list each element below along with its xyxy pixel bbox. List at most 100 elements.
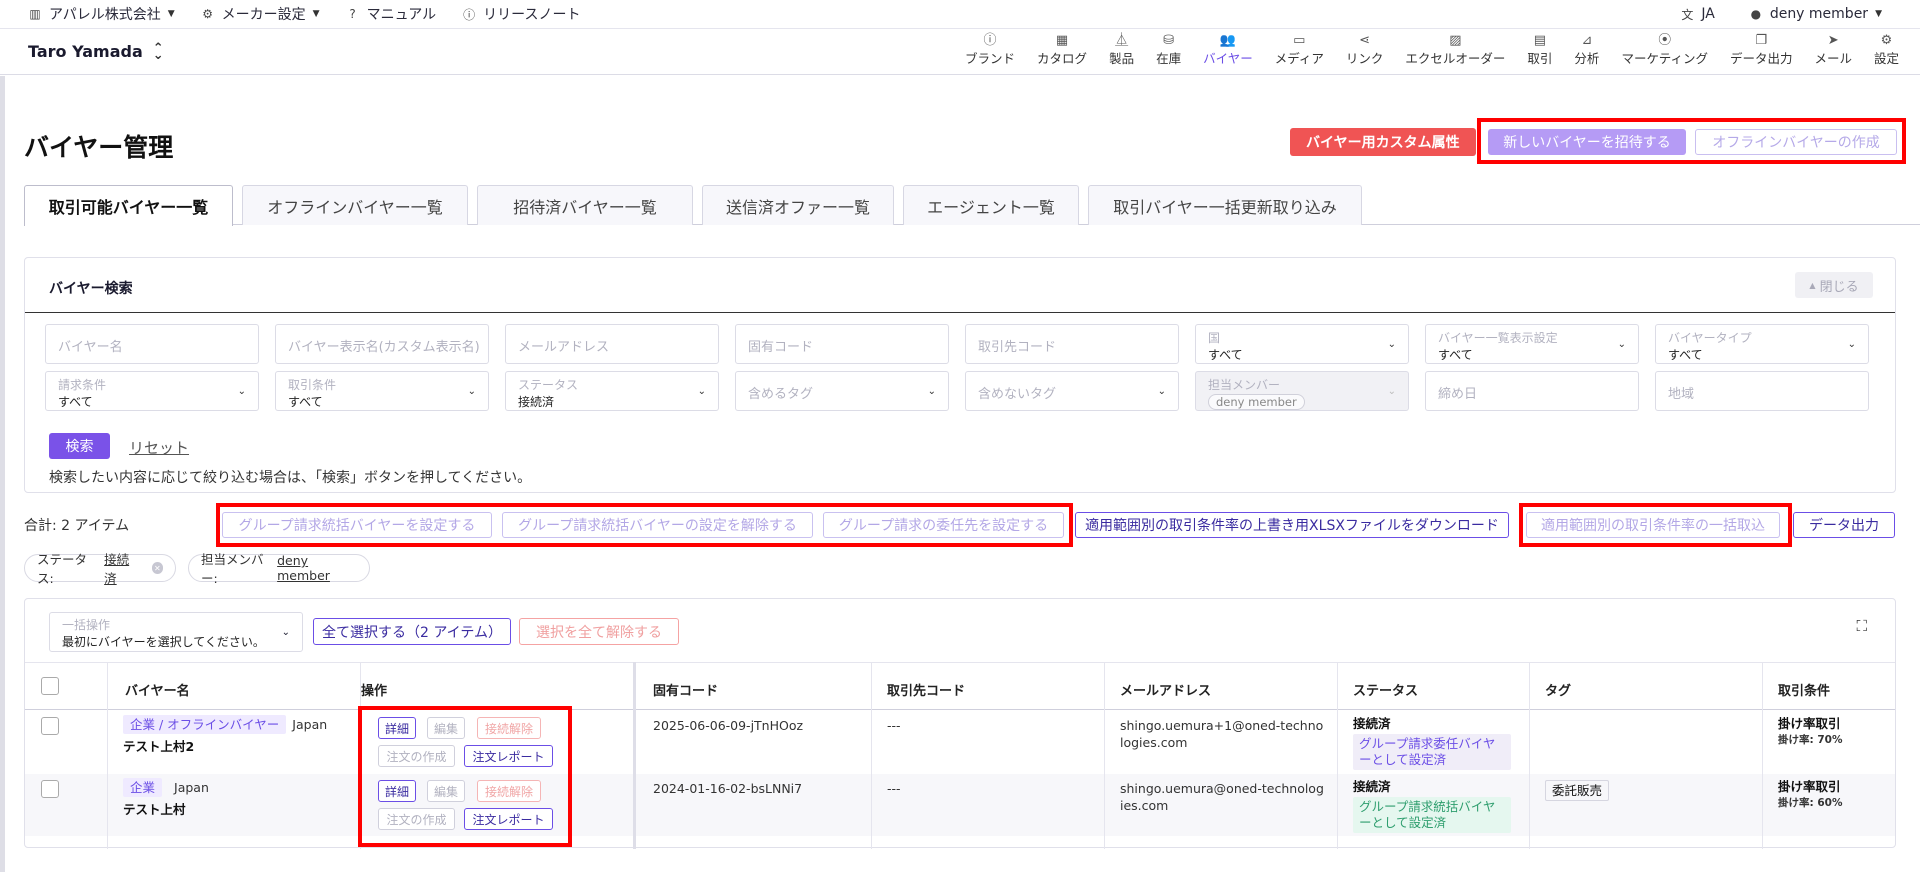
maker-settings-menu[interactable]: ⚙ メーカー設定 ▼	[201, 4, 320, 24]
export-data-button[interactable]: データ出力	[1793, 512, 1895, 538]
email: shingo.uemura+1@oned-technologies.com	[1120, 718, 1324, 750]
row-checkbox[interactable]	[41, 780, 59, 798]
cast-icon: ▭	[1293, 33, 1306, 48]
search-field[interactable]: メールアドレス	[505, 324, 719, 364]
col-operations: 操作	[361, 684, 388, 699]
chevron-down-icon: ⌄	[1387, 339, 1396, 350]
nav-item-copy[interactable]: ❐ データ出力	[1719, 33, 1804, 67]
col-trade-conditions[interactable]: 取引条件	[1778, 680, 1830, 699]
bulk-action-select[interactable]: 一括操作 最初にバイヤーを選択してください。 ⌄	[49, 612, 303, 652]
nav-item-broadcast[interactable]: ⦿ マーケティング	[1610, 33, 1719, 67]
field-value: すべて	[1208, 348, 1243, 362]
nav-item-chart[interactable]: ⊿ 分析	[1563, 33, 1610, 67]
company-switcher[interactable]: ▥ アパレル株式会社 ▼	[28, 4, 174, 24]
nav-item-boxes[interactable]: ⛁ 在庫	[1145, 33, 1192, 67]
nav-item-gear[interactable]: ⚙ 設定	[1863, 33, 1910, 67]
select-all-checkbox[interactable]	[41, 677, 59, 695]
search-field[interactable]: 地域	[1655, 371, 1869, 411]
info-icon: ⓘ	[463, 7, 476, 22]
field-label: バイヤー一覧表示設定	[1438, 331, 1558, 345]
nav-item-share[interactable]: ⋖ リンク	[1335, 33, 1395, 67]
nav-item-label: カタログ	[1037, 51, 1088, 66]
broadcast-icon: ⦿	[1658, 33, 1672, 48]
fullscreen-icon[interactable]: ⛶	[1856, 617, 1867, 635]
close-search-button[interactable]: ▲ 閉じる	[1795, 272, 1873, 298]
store-switcher[interactable]: Taro Yamada ⌃ ⌄	[28, 42, 164, 62]
language-switcher[interactable]: 文 JA	[1680, 6, 1714, 22]
buyer-country: Japan	[174, 780, 209, 795]
search-field[interactable]: 取引先コード	[965, 324, 1179, 364]
nav-item-catalog[interactable]: ▦ カタログ	[1026, 33, 1098, 67]
field-label: メールアドレス	[518, 340, 610, 355]
search-field[interactable]: ステータス 接続済 ⌄	[505, 371, 719, 411]
remove-filter-icon[interactable]: ✕	[151, 562, 163, 574]
search-field[interactable]: 国すべて ⌄	[1195, 324, 1409, 364]
search-field[interactable]: バイヤー名	[45, 324, 259, 364]
download-xlsx-button[interactable]: 適用範囲別の取引条件率の上書き用XLSXファイルをダウンロード	[1075, 512, 1509, 538]
search-field[interactable]: バイヤー表示名(カスタム表示名)	[275, 324, 489, 364]
release-notes-link[interactable]: ⓘ リリースノート	[462, 4, 580, 24]
search-field[interactable]: 締め日	[1425, 371, 1639, 411]
select-all-button[interactable]: 全て選択する（2 アイテム）	[313, 618, 511, 645]
nav-item-info[interactable]: ⓘ ブランド	[954, 33, 1026, 67]
users-icon: 👥	[1219, 33, 1236, 48]
search-field[interactable]: 取引条件 すべて ⌄	[275, 371, 489, 411]
col-buyer-name[interactable]: バイヤー名	[125, 680, 190, 699]
partner-code: ---	[887, 781, 901, 796]
tab-tradable-buyers[interactable]: 取引可能バイヤー一覧	[24, 185, 233, 226]
custom-attributes-button[interactable]: バイヤー用カスタム属性	[1290, 128, 1476, 156]
total-count: 合計: 2 アイテム	[24, 518, 130, 534]
search-field[interactable]: バイヤー一覧表示設定 すべて ⌄	[1425, 324, 1639, 364]
nav-item-label: 取引	[1527, 51, 1553, 66]
nav-item-send[interactable]: ➤ メール	[1803, 33, 1863, 67]
reset-link[interactable]: リセット	[129, 437, 189, 458]
search-field[interactable]: 含めるタグ ⌄	[735, 371, 949, 411]
nav-item-message[interactable]: ▤ 取引	[1516, 33, 1563, 67]
gear-icon: ⚙	[1880, 33, 1893, 48]
table-header: バイヤー名 操作 固有コード 取引先コード メールアドレス ステータス タグ 取…	[25, 662, 1895, 710]
nav-item-label: マーケティング	[1621, 51, 1708, 66]
excel-icon: ▨	[1449, 33, 1462, 48]
manual-label: マニュアル	[366, 7, 437, 23]
nav-item-users[interactable]: 👥 バイヤー	[1192, 33, 1264, 67]
tab-bulk-update-import[interactable]: 取引バイヤー一括更新取り込み	[1088, 185, 1362, 225]
nav-item-hanger[interactable]: ⏅ 製品	[1098, 33, 1145, 67]
bulk-action-value: 最初にバイヤーを選択してください。	[62, 635, 265, 649]
trade-rate: 掛け率: 60%	[1778, 797, 1843, 809]
user-menu[interactable]: ● deny member ▼	[1749, 6, 1882, 22]
status-badge: グループ請求統括バイヤーとして設定済	[1353, 797, 1511, 833]
nav-item-excel[interactable]: ▨ エクセルオーダー	[1394, 33, 1516, 67]
field-label: バイヤー表示名(カスタム表示名)	[288, 340, 480, 355]
search-field[interactable]: 固有コード	[735, 324, 949, 364]
search-field[interactable]: 含めないタグ ⌄	[965, 371, 1179, 411]
filter-chip-status[interactable]: ステータス: 接続済 ✕	[24, 552, 176, 586]
field-label: 請求条件	[58, 378, 107, 392]
col-partner-code[interactable]: 取引先コード	[887, 680, 965, 699]
column-divider	[107, 662, 108, 849]
tab-offline-buyers[interactable]: オフラインバイヤー一覧	[242, 185, 468, 225]
tab-invited-buyers[interactable]: 招待済バイヤー一覧	[477, 185, 693, 225]
col-email[interactable]: メールアドレス	[1120, 680, 1211, 699]
info-icon: ⓘ	[983, 33, 997, 48]
chevron-down-icon: ⌄	[927, 386, 936, 397]
buyer-country: Japan	[292, 717, 328, 732]
buyer-table-card: 一括操作 最初にバイヤーを選択してください。 ⌄ 全て選択する（2 アイテム） …	[24, 598, 1896, 849]
col-status[interactable]: ステータス	[1353, 680, 1418, 699]
buyer-name[interactable]: テスト上村	[123, 801, 209, 818]
row-checkbox[interactable]	[41, 717, 59, 735]
filter-status-value: 接続済	[104, 552, 130, 586]
buyer-name[interactable]: テスト上村2	[123, 738, 327, 755]
search-field[interactable]: 請求条件 すべて ⌄	[45, 371, 259, 411]
tab-sent-offers[interactable]: 送信済オファー一覧	[702, 185, 894, 225]
manual-link[interactable]: ? マニュアル	[346, 4, 437, 24]
search-button[interactable]: 検索	[49, 433, 110, 459]
caret-down-icon: ▼	[312, 9, 320, 19]
col-unique-code[interactable]: 固有コード	[653, 680, 718, 699]
search-field[interactable]: バイヤータイプ すべて ⌄	[1655, 324, 1869, 364]
filter-chip-member[interactable]: 担当メンバー: deny member	[188, 552, 370, 586]
tab-agents[interactable]: エージェント一覧	[903, 185, 1079, 225]
nav-item-label: リンク	[1345, 51, 1384, 66]
field-label: 国	[1208, 331, 1221, 345]
deselect-all-button[interactable]: 選択を全て解除する	[519, 618, 679, 645]
nav-item-cast[interactable]: ▭ メディア	[1264, 33, 1335, 67]
